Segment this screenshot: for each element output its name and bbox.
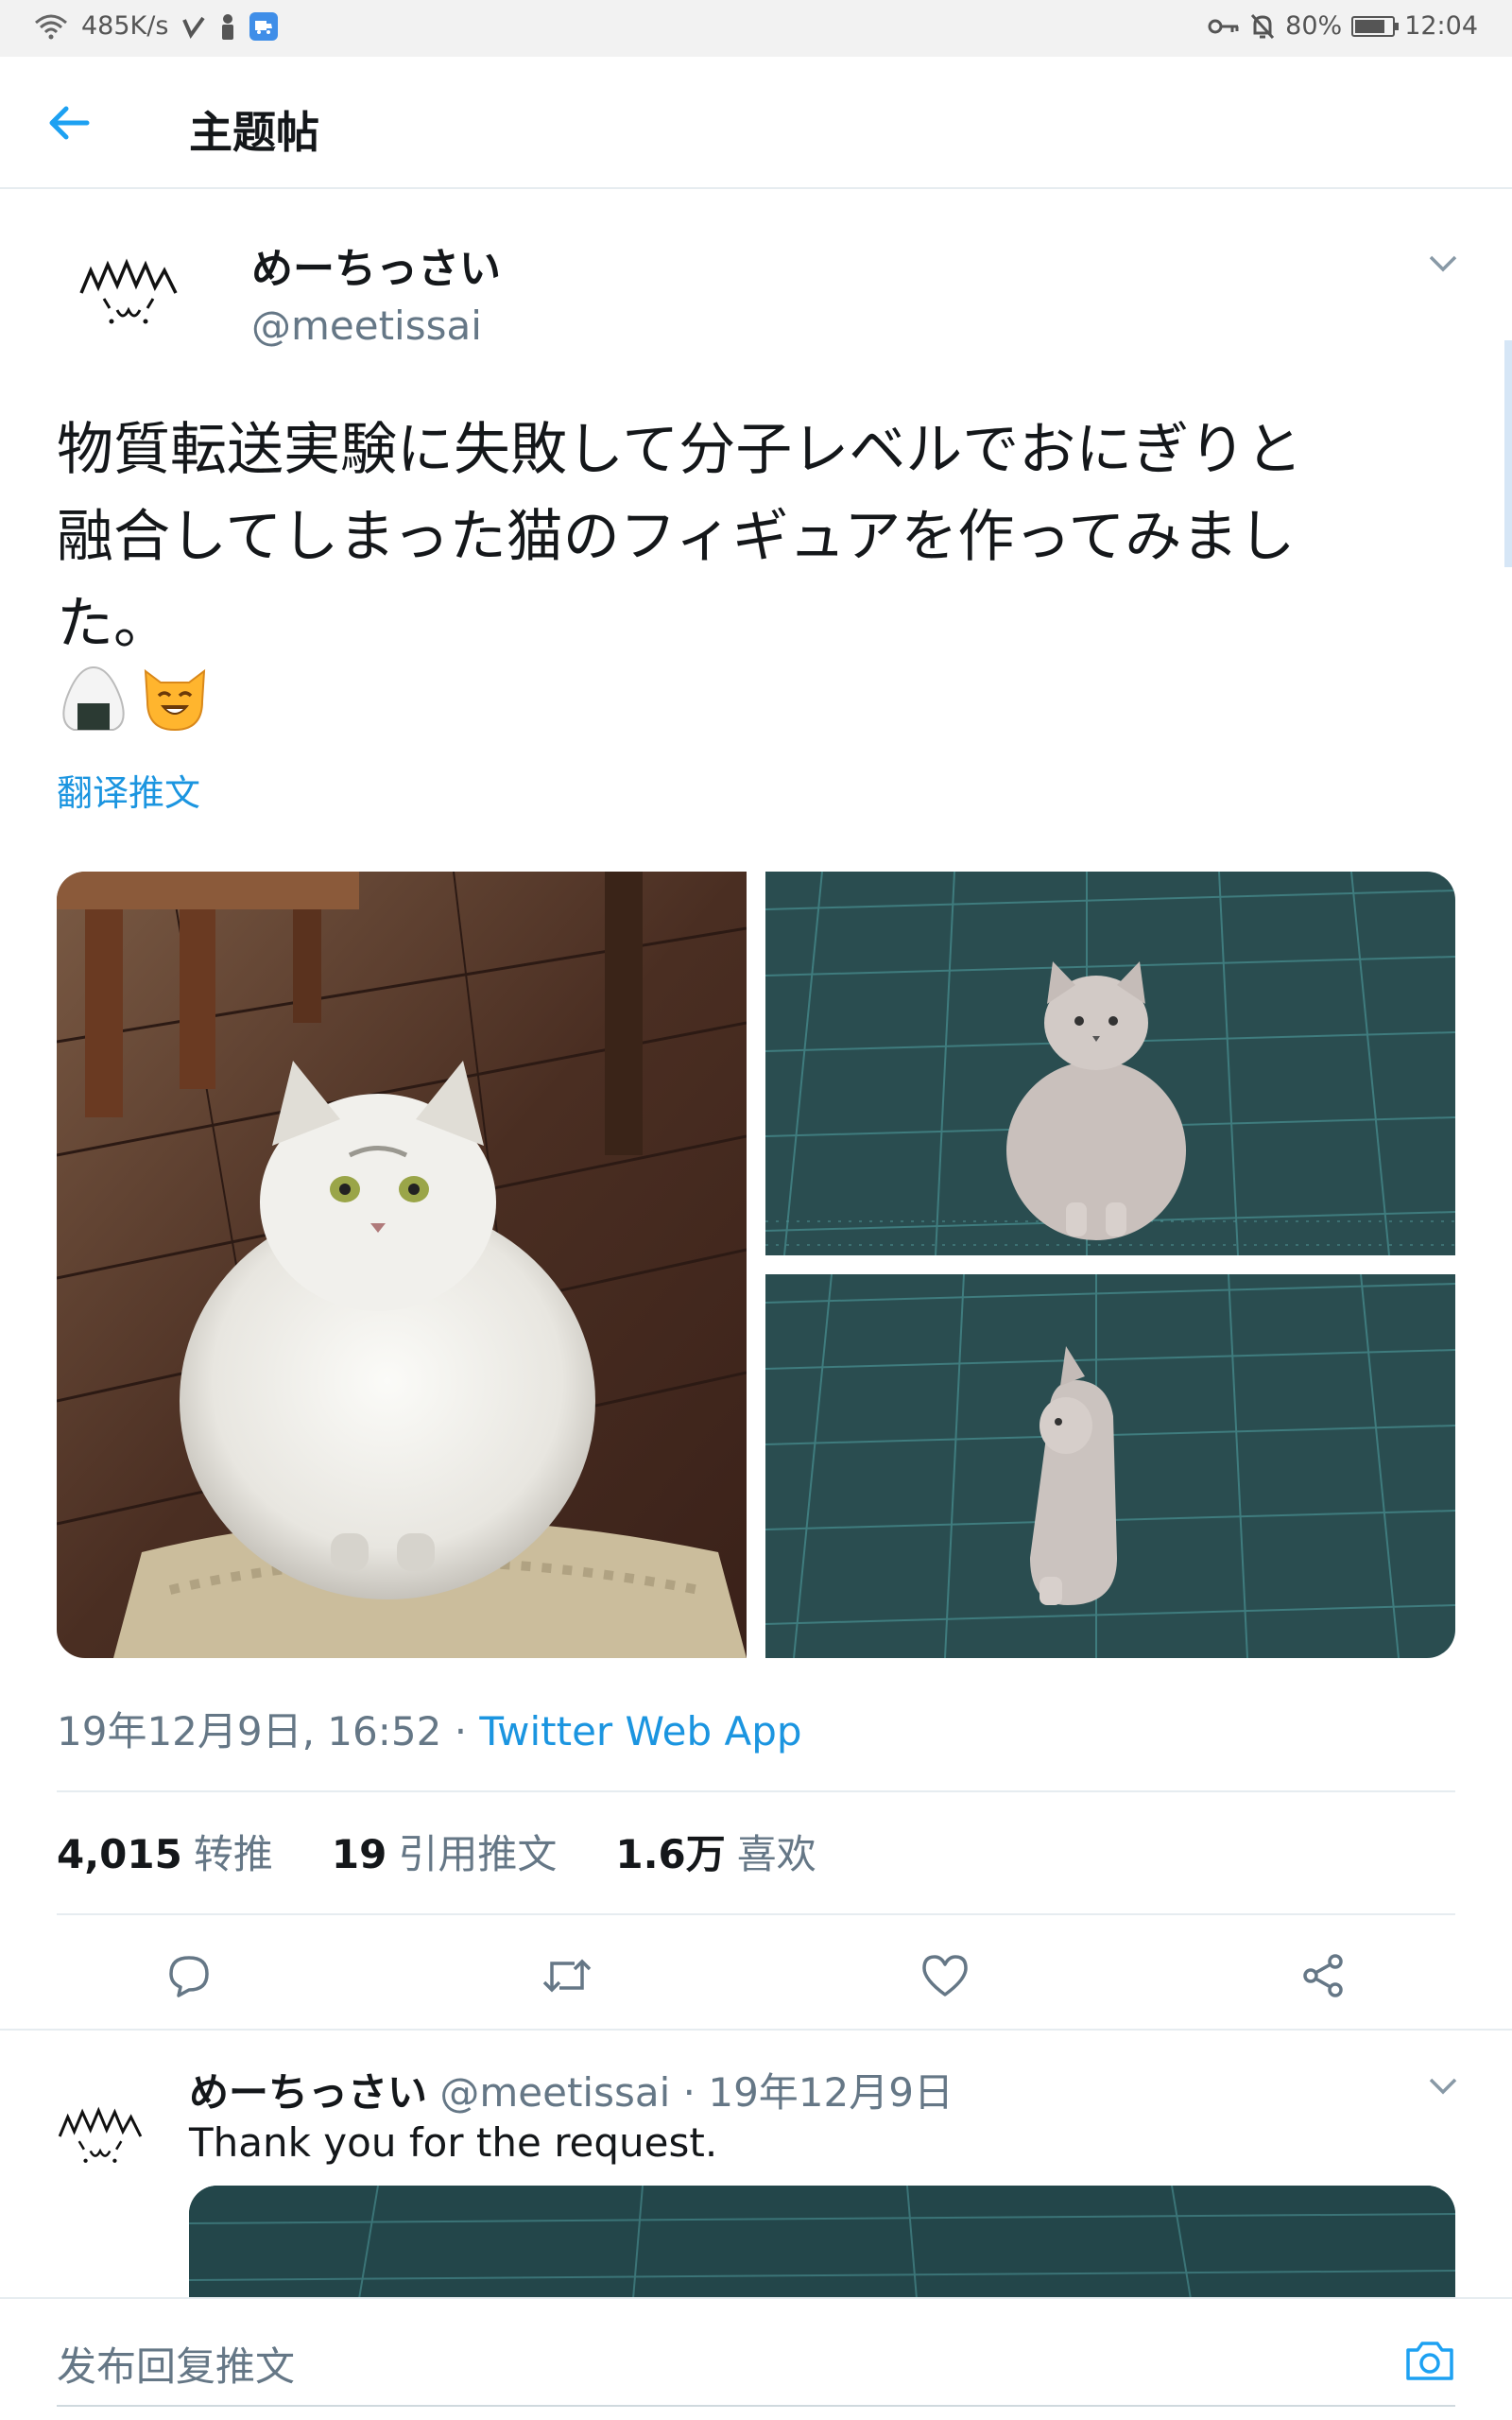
reply-icon bbox=[169, 1956, 209, 1997]
reply-media-preview[interactable] bbox=[189, 2186, 1455, 2299]
onigiri-icon bbox=[62, 666, 125, 731]
composer-underline bbox=[57, 2405, 1455, 2407]
battery-percent: 80% bbox=[1285, 11, 1343, 41]
tweet-text: 物質転送実験に失敗して分子レベルでおにぎりと 融合してしまった猫のフィギュアを作… bbox=[57, 417, 1303, 657]
wifi-icon bbox=[35, 14, 67, 39]
clock: 12:04 bbox=[1404, 11, 1478, 41]
smiling-cat-icon bbox=[144, 668, 206, 732]
retweets-stat[interactable]: 4,015 转推 bbox=[57, 1823, 273, 1880]
reply-avatar[interactable] bbox=[43, 2080, 157, 2193]
share-button[interactable] bbox=[1285, 1938, 1361, 2014]
network-speed: 485K/s bbox=[81, 11, 169, 41]
arrow-left-icon bbox=[49, 106, 90, 140]
mute-bell-icon bbox=[1251, 13, 1275, 39]
key-icon bbox=[1208, 19, 1239, 33]
like-icon bbox=[922, 1955, 968, 1996]
share-icon bbox=[1303, 1954, 1343, 1997]
tweet-media-grid bbox=[57, 872, 1455, 1658]
like-button[interactable] bbox=[907, 1938, 983, 2014]
tweet-source-link[interactable]: Twitter Web App bbox=[479, 1708, 801, 1754]
scrollbar[interactable] bbox=[1504, 340, 1512, 567]
battery-icon bbox=[1351, 15, 1400, 37]
retweet-icon bbox=[542, 1959, 592, 1993]
reply-button[interactable] bbox=[151, 1938, 227, 2014]
page-title: 主题帖 bbox=[189, 107, 319, 158]
photo-figure-front[interactable] bbox=[765, 872, 1455, 1255]
retweet-button[interactable] bbox=[529, 1938, 605, 2014]
person-notification-icon bbox=[222, 13, 234, 40]
divider bbox=[57, 1790, 1455, 1792]
divider bbox=[0, 2029, 1512, 2031]
reply-photo bbox=[189, 2186, 1455, 2299]
tweet-stats: 4,015 转推 19 引用推文 1.6万 喜欢 bbox=[57, 1823, 816, 1880]
photo-figure-side[interactable] bbox=[765, 1274, 1455, 1658]
photo-real-cat[interactable] bbox=[57, 872, 747, 1658]
back-button[interactable] bbox=[47, 95, 123, 151]
author-name[interactable]: めーちっさい bbox=[251, 234, 501, 295]
translate-tweet-link[interactable]: 翻译推文 bbox=[57, 764, 200, 816]
chevron-down-icon bbox=[1429, 2078, 1457, 2095]
real-cat-photo bbox=[57, 872, 747, 1658]
reply-header: めーちっさい @meetissai · 19年12月9日 bbox=[189, 2061, 954, 2118]
figure-side-photo bbox=[765, 1274, 1455, 1658]
figure-front-photo bbox=[765, 872, 1455, 1255]
reply-text: Thank you for the request. bbox=[189, 2119, 718, 2166]
quote-tweets-stat[interactable]: 19 引用推文 bbox=[332, 1823, 557, 1880]
app-notification-icon bbox=[249, 11, 279, 41]
reply-author-handle[interactable]: @meetissai bbox=[439, 2069, 670, 2116]
reply-menu-button[interactable] bbox=[1427, 2076, 1459, 2100]
tweet-menu-button[interactable] bbox=[1427, 253, 1459, 278]
divider bbox=[57, 1913, 1455, 1915]
camera-button[interactable] bbox=[1397, 2327, 1463, 2394]
author-handle[interactable]: @meetissai bbox=[251, 302, 482, 349]
chevron-down-icon bbox=[1429, 255, 1457, 272]
app-bar: 主题帖 bbox=[0, 57, 1512, 189]
reply-date: · 19年12月9日 bbox=[682, 2069, 954, 2116]
tweet-emojis bbox=[57, 662, 212, 737]
avatar[interactable] bbox=[62, 227, 195, 359]
reply-author-name[interactable]: めーちっさい bbox=[189, 2069, 427, 2116]
tweet-timestamp: 19年12月9日, 16:52 bbox=[57, 1708, 442, 1754]
camera-icon bbox=[1406, 2342, 1453, 2380]
tweet-meta: 19年12月9日, 16:52 · Twitter Web App bbox=[57, 1700, 802, 1757]
status-bar: 485K/s 80% 12:04 bbox=[0, 0, 1512, 57]
reply-composer: 发布回复推文 bbox=[0, 2297, 1512, 2420]
check-notification-icon bbox=[182, 16, 206, 39]
avatar-face-drawing bbox=[79, 258, 178, 324]
meta-separator: · bbox=[441, 1708, 480, 1754]
avatar-face-drawing bbox=[58, 2106, 143, 2163]
reply-input[interactable]: 发布回复推文 bbox=[57, 2335, 295, 2393]
likes-stat[interactable]: 1.6万 喜欢 bbox=[615, 1823, 816, 1880]
tweet-actions bbox=[0, 1938, 1512, 2014]
